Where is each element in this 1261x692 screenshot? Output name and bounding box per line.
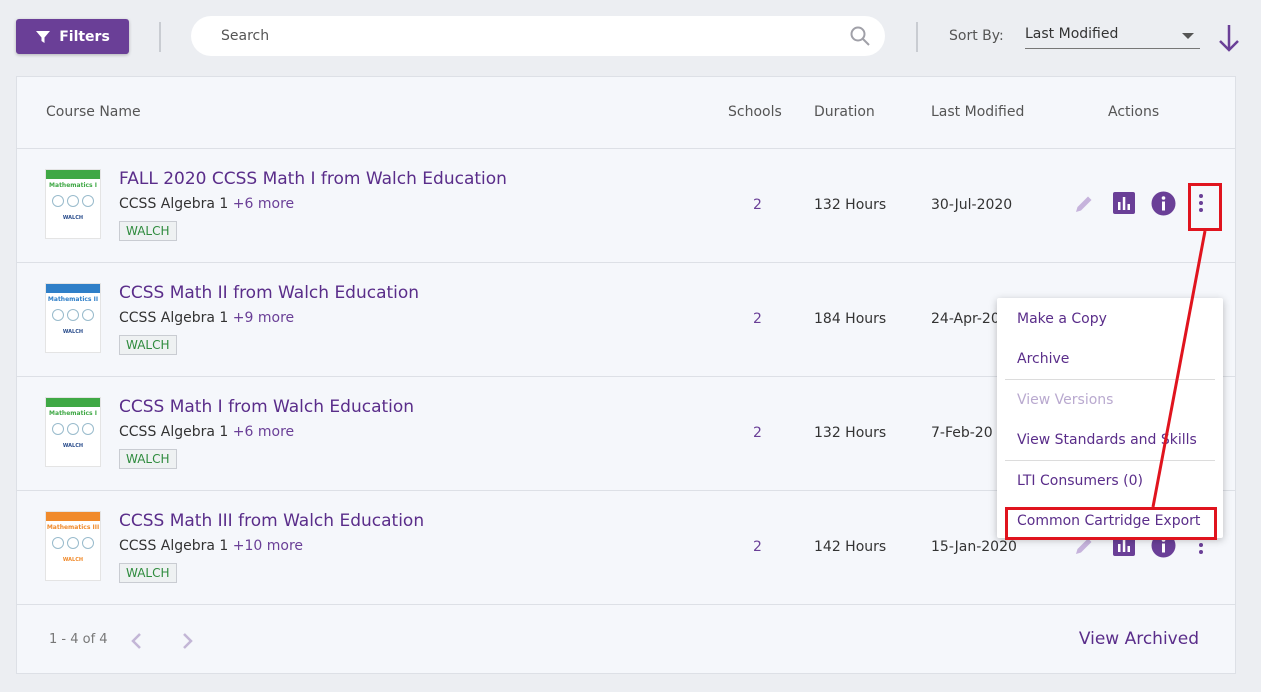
publisher-tag: WALCH [119,449,177,469]
cover-circles [46,309,100,321]
highlight-box-kebab [1188,183,1222,231]
publisher-tag: WALCH [119,335,177,355]
menu-item-make-copy[interactable]: Make a Copy [1017,311,1107,327]
search-icon[interactable] [849,25,871,47]
course-cover-image: Mathematics I WALCH [45,169,101,239]
cover-title: Mathematics III [46,524,100,531]
menu-item-view-standards[interactable]: View Standards and Skills [1017,432,1197,448]
cover-color-band [46,398,100,407]
cover-title: Mathematics I [49,182,97,189]
walch-logo: WALCH [62,557,84,563]
header-last-modified[interactable]: Last Modified [931,104,1024,120]
schools-count[interactable]: 2 [753,539,762,555]
table-footer: 1 - 4 of 4 View Archived [17,605,1235,673]
course-cover-image: Mathematics III WALCH [45,511,101,581]
edit-pencil-icon[interactable] [1071,191,1097,217]
toolbar-divider [916,22,918,52]
last-modified-value: 7-Feb-20 [931,425,993,441]
walch-logo: WALCH [62,215,84,221]
cover-title: Mathematics II [47,296,99,303]
row-actions-menu: Make a Copy Archive View Versions View S… [997,298,1223,538]
course-cover-image: Mathematics I WALCH [45,397,101,467]
walch-logo: WALCH [62,329,84,335]
pagination-range: 1 - 4 of 4 [49,632,108,647]
duration-value: 132 Hours [814,425,887,441]
menu-item-archive[interactable]: Archive [1017,351,1069,367]
table-row: Mathematics I WALCH FALL 2020 CCSS Math … [17,149,1235,263]
search-box[interactable] [191,16,885,56]
course-cover-image: Mathematics II WALCH [45,283,101,353]
duration-value: 184 Hours [814,311,887,327]
chevron-left-icon[interactable] [129,631,145,651]
caret-down-icon [1182,33,1194,39]
cover-circles [46,423,100,435]
table-header: Course Name Schools Duration Last Modifi… [17,77,1235,149]
cover-title: Mathematics I [49,410,97,417]
course-subject: CCSS Algebra 1 [119,196,229,212]
highlight-box-export [1005,507,1217,540]
header-schools[interactable]: Schools [728,104,782,120]
more-standards-link[interactable]: +9 more [233,310,294,326]
more-standards-link[interactable]: +10 more [233,538,303,554]
last-modified-value: 15-Jan-2020 [931,539,1017,555]
menu-divider [1005,460,1215,461]
course-title[interactable]: FALL 2020 CCSS Math I from Walch Educati… [119,169,507,189]
course-title[interactable]: CCSS Math II from Walch Education [119,283,419,303]
last-modified-value: 30-Jul-2020 [931,197,1013,213]
course-standards: CCSS Algebra 1 +9 more [119,310,294,326]
menu-divider [1005,379,1215,380]
duration-value: 132 Hours [814,197,887,213]
course-standards: CCSS Algebra 1 +6 more [119,424,294,440]
publisher-tag: WALCH [119,221,177,241]
cover-color-band [46,170,100,179]
header-duration[interactable]: Duration [814,104,875,120]
course-standards: CCSS Algebra 1 +6 more [119,196,294,212]
menu-item-lti-consumers[interactable]: LTI Consumers (0) [1017,473,1143,489]
sort-direction-arrow-icon[interactable] [1216,22,1242,54]
more-standards-link[interactable]: +6 more [233,424,294,440]
duration-value: 142 Hours [814,539,887,555]
menu-item-view-versions: View Versions [1017,392,1114,408]
course-subject: CCSS Algebra 1 [119,310,229,326]
toolbar-divider [159,22,161,52]
publisher-tag: WALCH [119,563,177,583]
cover-circles [46,195,100,207]
course-subject: CCSS Algebra 1 [119,424,229,440]
sort-label: Sort By: [949,28,1004,44]
cover-circles [46,537,100,549]
filter-icon [36,30,51,43]
sort-value: Last Modified [1025,26,1119,42]
info-icon[interactable] [1151,191,1176,216]
course-standards: CCSS Algebra 1 +10 more [119,538,303,554]
cover-color-band [46,284,100,293]
cover-color-band [46,512,100,521]
filters-button[interactable]: Filters [16,19,129,54]
search-input[interactable] [221,26,821,46]
course-title[interactable]: CCSS Math I from Walch Education [119,397,414,417]
chevron-right-icon[interactable] [179,631,195,651]
course-title[interactable]: CCSS Math III from Walch Education [119,511,424,531]
schools-count[interactable]: 2 [753,425,762,441]
sort-select[interactable]: Last Modified [1025,24,1200,49]
walch-logo: WALCH [62,443,84,449]
more-standards-link[interactable]: +6 more [233,196,294,212]
schools-count[interactable]: 2 [753,311,762,327]
schools-count[interactable]: 2 [753,197,762,213]
header-actions: Actions [1108,104,1160,120]
course-subject: CCSS Algebra 1 [119,538,229,554]
last-modified-value: 24-Apr-20 [931,311,1000,327]
header-course-name[interactable]: Course Name [46,104,141,120]
view-archived-link[interactable]: View Archived [1079,629,1199,649]
bar-chart-icon[interactable] [1112,191,1136,215]
filters-label: Filters [59,28,110,45]
